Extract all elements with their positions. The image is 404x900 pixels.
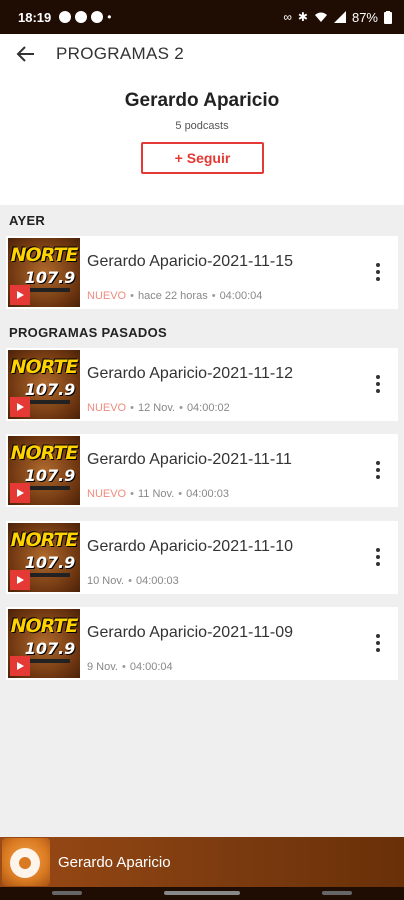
nav-back-handle[interactable] [52, 891, 82, 895]
more-options-icon[interactable] [366, 543, 390, 571]
episode-thumbnail: NORTE 107.9 [8, 238, 80, 307]
more-options-icon[interactable] [366, 258, 390, 286]
episode-thumbnail: NORTE 107.9 [8, 350, 80, 419]
podcast-header: Gerardo Aparicio 5 podcasts + Seguir [0, 74, 404, 205]
status-notifications: • [59, 10, 111, 24]
signal-icon [333, 11, 346, 23]
mini-player[interactable]: Gerardo Aparicio [0, 837, 404, 887]
episode-card[interactable]: NORTE 107.9 Gerardo Aparicio-2021-11-10 … [6, 521, 398, 594]
play-icon[interactable] [10, 397, 30, 417]
disc-center [19, 857, 31, 869]
episode-meta: NUEVO • 11 Nov. • 04:00:03 [87, 488, 229, 500]
logo-text: NORTE [10, 442, 79, 464]
meta-separator: • [121, 661, 126, 673]
logo-text: NORTE [10, 356, 79, 378]
episode-title: Gerardo Aparicio-2021-11-10 [87, 538, 294, 555]
episode-meta: NUEVO • 12 Nov. • 04:00:02 [87, 402, 230, 414]
episode-card[interactable]: NORTE 107.9 Gerardo Aparicio-2021-11-11 … [6, 434, 398, 507]
meta-separator: • [128, 575, 132, 587]
logo-stripe [26, 288, 70, 292]
meta-separator: • [178, 488, 183, 500]
system-nav-bar [0, 887, 404, 900]
episode-thumbnail: NORTE 107.9 [8, 436, 80, 505]
meta-separator: • [179, 402, 183, 414]
page-title: PROGRAMAS 2 [56, 44, 184, 63]
episode-duration: 04:00:02 [186, 402, 230, 414]
meta-separator: • [130, 402, 134, 414]
arrow-left-icon[interactable] [12, 40, 40, 68]
logo-stripe [26, 486, 70, 490]
episode-title: Gerardo Aparicio-2021-11-12 [87, 365, 294, 382]
section-label-programas-pasados: PROGRAMAS PASADOS [9, 325, 167, 340]
status-time: 18:19 [18, 9, 52, 25]
episode-title: Gerardo Aparicio-2021-11-15 [87, 253, 294, 270]
battery-percent: 87% [351, 9, 378, 25]
logo-stripe [26, 659, 70, 663]
episode-date: 12 Nov. [137, 402, 176, 414]
logo-stripe [26, 400, 70, 404]
wifi-icon [314, 12, 327, 22]
episode-thumbnail: NORTE 107.9 [8, 523, 80, 592]
new-badge: NUEVO [87, 290, 127, 302]
new-badge: NUEVO [87, 402, 127, 414]
follow-button[interactable]: + Seguir [141, 142, 264, 174]
notification-icon [91, 11, 104, 23]
episode-duration: 04:00:03 [135, 575, 179, 587]
play-icon[interactable] [10, 570, 30, 590]
episode-card[interactable]: NORTE 107.9 Gerardo Aparicio-2021-11-09 … [6, 607, 398, 680]
notification-icon [59, 11, 72, 23]
episode-duration: 04:00:03 [186, 488, 229, 500]
play-icon[interactable] [10, 656, 30, 676]
more-options-icon[interactable] [366, 370, 390, 398]
more-options-icon[interactable] [366, 629, 390, 657]
nav-recents-handle[interactable] [322, 891, 352, 895]
episode-date: 9 Nov. [87, 661, 118, 673]
voicemail-icon: ∞ [283, 10, 292, 24]
section-label-ayer: AYER [9, 213, 46, 228]
meta-separator: • [130, 290, 134, 302]
more-options-icon[interactable] [366, 456, 390, 484]
play-icon[interactable] [10, 483, 30, 503]
episode-duration: 04:00:04 [129, 661, 173, 673]
episode-duration: 04:00:04 [219, 290, 263, 302]
battery-icon [384, 10, 392, 24]
episode-card[interactable]: NORTE 107.9 Gerardo Aparicio-2021-11-12 … [6, 348, 398, 421]
more-notifications-icon: • [107, 10, 112, 24]
app-bar: PROGRAMAS 2 [0, 34, 404, 74]
meta-separator: • [130, 488, 134, 500]
new-badge: NUEVO [87, 488, 127, 500]
episode-meta: NUEVO • hace 22 horas • 04:00:04 [87, 290, 262, 302]
episode-card[interactable]: NORTE 107.9 Gerardo Aparicio-2021-11-15 … [6, 236, 398, 309]
mini-player-title: Gerardo Aparicio [58, 853, 171, 871]
podcast-title: Gerardo Aparicio [124, 90, 280, 111]
logo-text: NORTE [10, 615, 79, 637]
play-icon[interactable] [10, 285, 30, 305]
episode-date: 11 Nov. [137, 488, 175, 500]
status-system-icons: ∞ ✱ 87% [283, 10, 392, 25]
episode-thumbnail: NORTE 107.9 [8, 609, 80, 678]
podcast-count: 5 podcasts [175, 120, 229, 132]
episode-meta: 9 Nov. • 04:00:04 [87, 661, 173, 673]
episode-title: Gerardo Aparicio-2021-11-09 [87, 624, 294, 641]
episode-meta: 10 Nov. • 04:00:03 [87, 575, 179, 587]
status-bar: 18:19 • ∞ ✱ 87% [0, 0, 404, 34]
mini-player-thumbnail [2, 838, 50, 886]
episode-date: hace 22 horas [137, 290, 208, 302]
nav-home-handle[interactable] [164, 891, 240, 895]
notification-icon [75, 11, 88, 23]
logo-stripe [26, 573, 70, 577]
episode-date: 10 Nov. [87, 575, 125, 587]
meta-separator: • [211, 290, 216, 302]
logo-text: NORTE [10, 529, 79, 551]
bluetooth-icon: ✱ [297, 10, 308, 24]
logo-text: NORTE [10, 244, 79, 266]
episode-title: Gerardo Aparicio-2021-11-11 [87, 451, 292, 468]
